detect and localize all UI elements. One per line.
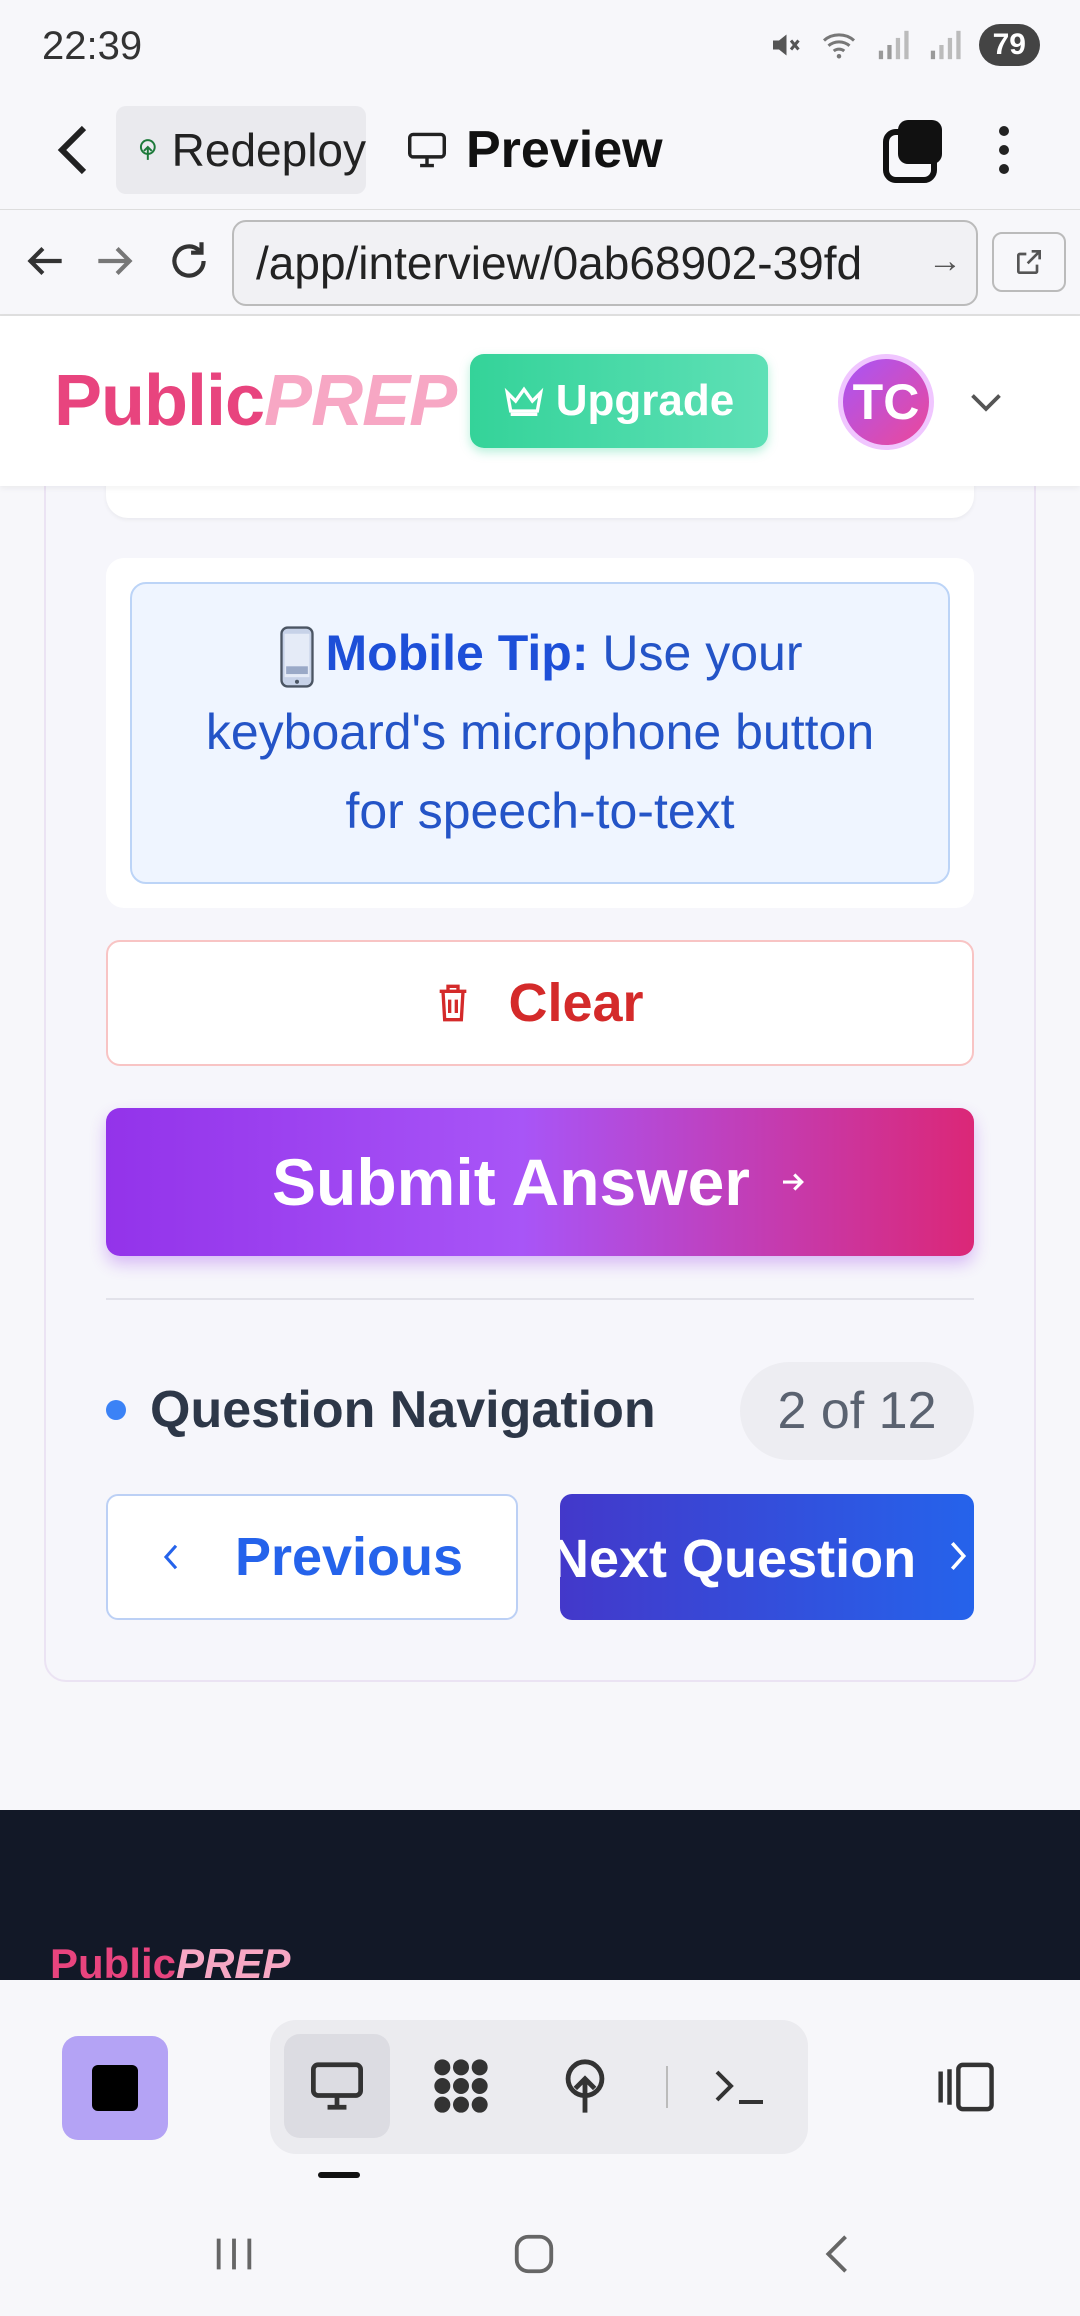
trash-icon (440, 984, 467, 1022)
site-footer: PublicPREP (0, 1810, 1080, 1980)
clear-label: Clear (508, 973, 644, 1033)
app-header: PublicPREP Upgrade TC (0, 316, 1080, 486)
url-input[interactable]: /app/interview/0ab68902-39fd → (232, 220, 978, 306)
arrow-right-icon (782, 1173, 804, 1191)
wifi-icon (822, 33, 855, 59)
status-icons: 79 (767, 24, 1040, 66)
url-text: /app/interview/0ab68902-39fd (256, 237, 863, 289)
previous-button[interactable]: Previous (106, 1494, 518, 1620)
home-icon (514, 2234, 554, 2274)
submit-answer-button[interactable]: Submit Answer (106, 1108, 974, 1256)
preview-tool-button[interactable] (284, 2034, 390, 2138)
footer-logo[interactable]: PublicPREP (50, 1940, 290, 1980)
recent-apps-icon (216, 2238, 252, 2270)
question-count-badge: 2 of 12 (740, 1362, 974, 1460)
nav-back-icon[interactable] (20, 236, 70, 286)
monitor-icon (408, 132, 446, 168)
system-navigation-bar (0, 2190, 1080, 2316)
grid-dots-icon (434, 2059, 488, 2113)
active-tab-indicator (318, 2172, 360, 2178)
browser-tab-bar: Redeploy Preview (0, 90, 1080, 210)
redeploy-tab[interactable]: Redeploy (116, 106, 366, 194)
signal-icon (878, 30, 909, 60)
status-dot (106, 1400, 126, 1420)
external-link-icon (1017, 250, 1041, 274)
question-nav-title: Question Navigation (150, 1381, 656, 1439)
mobile-tip: Mobile Tip: Use your keyboard's micropho… (130, 582, 950, 884)
preview-tab[interactable]: Preview (406, 108, 663, 192)
panel-toggle-button[interactable] (930, 2044, 1000, 2130)
preview-label: Preview (466, 121, 663, 179)
previous-label: Previous (234, 1527, 464, 1587)
url-go-icon[interactable]: → (928, 242, 962, 281)
footer-logo-prep: PREP (176, 1940, 291, 1980)
upgrade-label: Upgrade (555, 376, 735, 425)
home-button[interactable] (504, 2224, 564, 2284)
stop-icon (92, 2065, 138, 2111)
battery-indicator: 79 (978, 24, 1040, 66)
reload-icon[interactable] (164, 236, 214, 286)
terminal-icon (715, 2070, 763, 2104)
tip-title: Mobile Tip: (325, 625, 589, 681)
signal-2-icon (930, 30, 961, 60)
chevron-right-icon (950, 1541, 967, 1571)
tool-separator (666, 2066, 668, 2108)
status-bar: 22:39 79 (0, 0, 1080, 90)
next-question-button[interactable]: Next Question (560, 1494, 974, 1620)
system-back-button[interactable] (806, 2224, 866, 2284)
tab-label: Redeploy (171, 124, 366, 176)
clear-button[interactable]: Clear (106, 940, 974, 1066)
bottom-toolbar (0, 1980, 1080, 2190)
crown-icon (504, 386, 544, 416)
logo-prep: PREP (264, 361, 457, 441)
brand-logo[interactable]: PublicPREP (54, 360, 457, 442)
next-label: Next Question (560, 1529, 917, 1589)
open-external-button[interactable] (992, 232, 1066, 292)
chevron-left-icon (163, 1544, 178, 1570)
back-arrow-icon (825, 2235, 847, 2273)
back-icon[interactable] (54, 122, 94, 178)
status-time: 22:39 (42, 24, 143, 68)
monitor-icon (311, 2062, 363, 2110)
logo-public: Public (54, 361, 265, 441)
submit-label: Submit Answer (272, 1145, 750, 1219)
address-bar-row: /app/interview/0ab68902-39fd → (0, 210, 1080, 316)
tool-group (270, 2020, 808, 2154)
chevron-down-icon[interactable] (968, 388, 1004, 418)
mobile-phone-icon (279, 626, 314, 688)
deploy-icon (139, 139, 156, 160)
avatar[interactable]: TC (838, 354, 934, 450)
more-menu-icon[interactable] (984, 114, 1024, 186)
nav-forward-icon[interactable] (90, 236, 140, 286)
divider (106, 1298, 974, 1300)
mute-icon (772, 34, 800, 56)
tab-switcher-icon[interactable] (878, 114, 950, 186)
footer-logo-public: Public (50, 1940, 177, 1980)
workflows-tool-button[interactable] (408, 2034, 514, 2138)
upgrade-button[interactable]: Upgrade (470, 354, 768, 448)
shell-tool-button[interactable] (686, 2034, 792, 2138)
panel-split-icon (938, 2062, 994, 2112)
deploy-icon (565, 2059, 605, 2113)
deploy-tool-button[interactable] (532, 2034, 638, 2138)
stop-button[interactable] (62, 2036, 168, 2140)
recent-apps-button[interactable] (204, 2224, 264, 2284)
